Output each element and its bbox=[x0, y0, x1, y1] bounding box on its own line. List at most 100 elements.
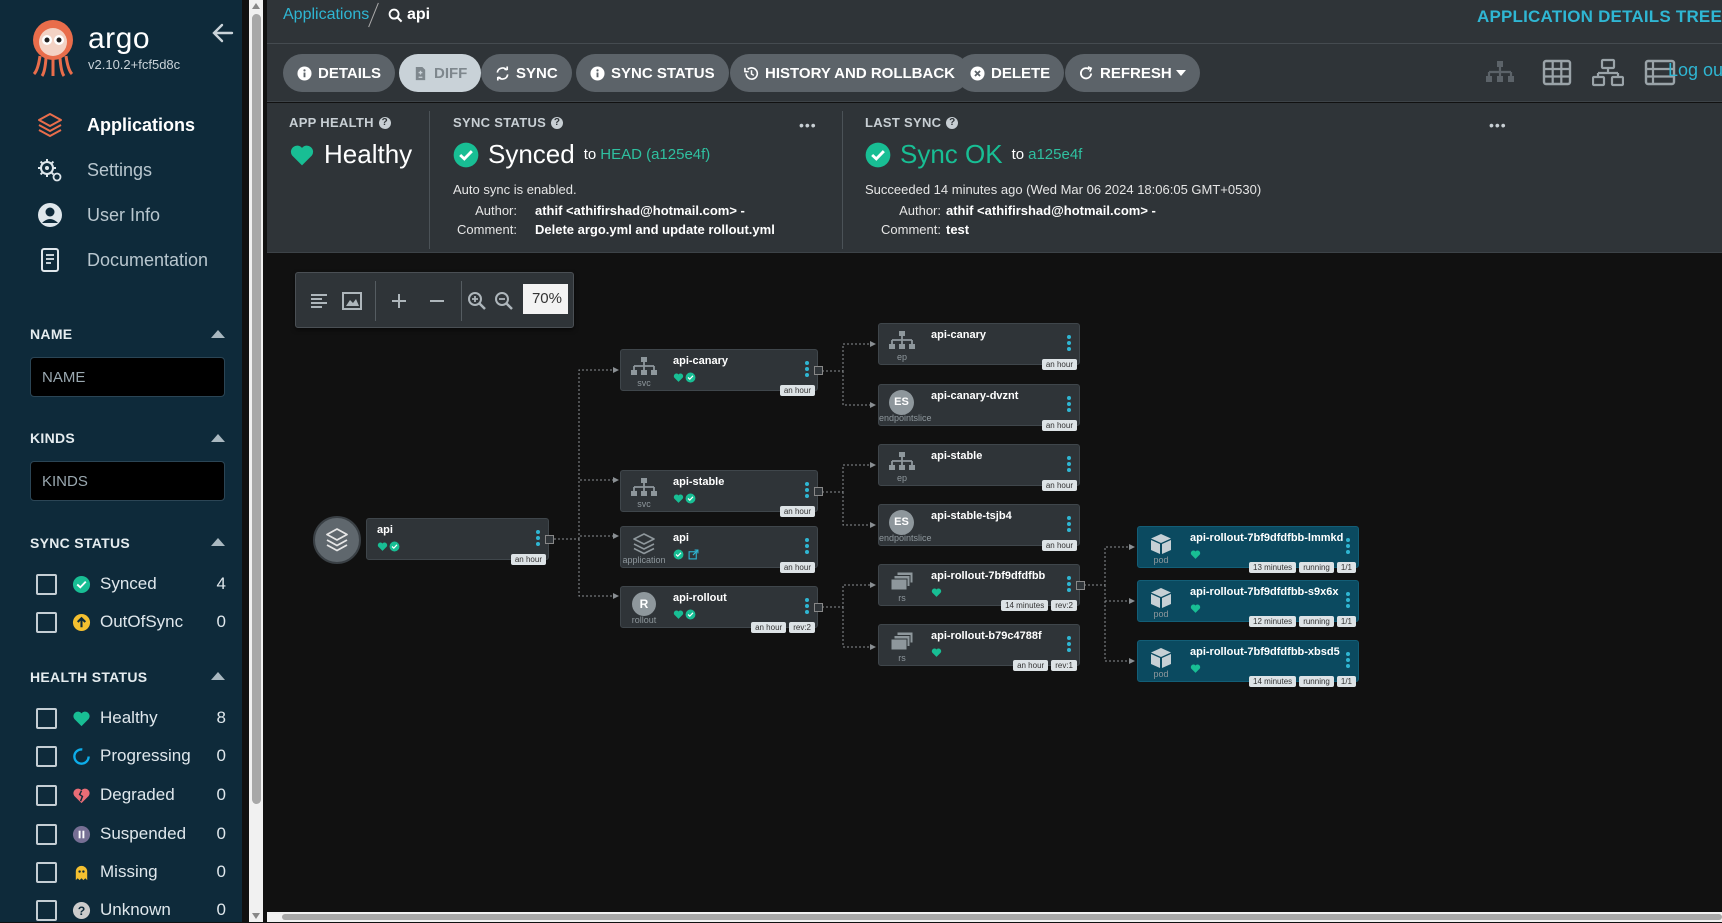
node-menu-icon[interactable] bbox=[1346, 592, 1350, 608]
kinds-filter-input[interactable] bbox=[30, 461, 225, 501]
collapse-toggle[interactable] bbox=[814, 366, 823, 375]
node-menu-icon[interactable] bbox=[1067, 576, 1071, 592]
resource-graph[interactable]: 70% api an hour svc api-canary an hour s… bbox=[267, 254, 1722, 912]
history-rollback-button[interactable]: HISTORY AND ROLLBACK bbox=[730, 54, 970, 92]
checkbox[interactable] bbox=[36, 899, 57, 921]
filter-missing[interactable]: Missing 0 bbox=[36, 859, 226, 885]
root-app-badge-icon[interactable] bbox=[312, 515, 362, 565]
node-pod-lmmkd[interactable]: pod api-rollout-7bf9dfdfbb-lmmkd 13 minu… bbox=[1137, 526, 1359, 573]
node-endpointslice-api-canary-dvznt[interactable]: ES endpointslice api-canary-dvznt an hou… bbox=[878, 384, 1080, 431]
argo-logo-icon[interactable] bbox=[28, 18, 78, 78]
filter-synced[interactable]: Synced 4 bbox=[36, 571, 226, 597]
health-status-collapse-icon[interactable] bbox=[211, 672, 225, 680]
details-button[interactable]: DETAILS bbox=[283, 54, 396, 92]
help-icon[interactable]: ? bbox=[378, 116, 391, 129]
checkbox[interactable] bbox=[36, 823, 57, 845]
tree-view-icon[interactable] bbox=[1484, 58, 1516, 88]
node-menu-icon[interactable] bbox=[1067, 456, 1071, 472]
diff-button[interactable]: DIFF bbox=[399, 54, 482, 92]
collapse-toggle[interactable] bbox=[814, 603, 823, 612]
node-rs-api-rollout-b79c4788f[interactable]: rs api-rollout-b79c4788f an hour rev:1 bbox=[878, 624, 1080, 671]
node-menu-icon[interactable] bbox=[1067, 636, 1071, 652]
node-menu-icon[interactable] bbox=[1067, 335, 1071, 351]
zoom-in-icon[interactable] bbox=[466, 290, 488, 312]
checkbox[interactable] bbox=[36, 611, 57, 633]
node-menu-icon[interactable] bbox=[1346, 538, 1350, 554]
zoom-out-icon[interactable] bbox=[493, 290, 515, 312]
node-menu-icon[interactable] bbox=[1067, 516, 1071, 532]
checkbox[interactable] bbox=[36, 745, 57, 767]
grid-view-icon[interactable] bbox=[1541, 58, 1573, 88]
sync-status-button[interactable]: SYNC STATUS bbox=[576, 54, 729, 92]
node-menu-icon[interactable] bbox=[536, 530, 540, 546]
tag: an hour bbox=[751, 622, 787, 633]
scroll-down-icon[interactable] bbox=[252, 913, 260, 919]
checkbox[interactable] bbox=[36, 573, 57, 595]
expand-all-icon[interactable] bbox=[388, 290, 410, 312]
name-filter-input[interactable] bbox=[30, 357, 225, 397]
breadcrumb-applications[interactable]: Applications bbox=[283, 6, 369, 24]
nav-applications[interactable]: Applications bbox=[36, 107, 236, 143]
scrollbar-thumb[interactable] bbox=[282, 914, 1722, 920]
zoom-level-input[interactable]: 70% bbox=[523, 284, 568, 314]
sync-button[interactable]: SYNC bbox=[481, 54, 572, 92]
nav-user-info[interactable]: User Info bbox=[36, 197, 236, 233]
scrollbar-thumb[interactable] bbox=[252, 14, 261, 804]
node-menu-icon[interactable] bbox=[805, 538, 809, 554]
node-menu-icon[interactable] bbox=[1346, 652, 1350, 668]
nav-settings[interactable]: Settings bbox=[36, 152, 236, 188]
checkbox[interactable] bbox=[36, 861, 57, 883]
network-view-icon[interactable] bbox=[1592, 58, 1624, 88]
name-filter-collapse-icon[interactable] bbox=[211, 330, 225, 338]
external-link-icon[interactable] bbox=[688, 549, 699, 560]
sync-revision-link[interactable]: HEAD (a125e4f) bbox=[600, 146, 710, 163]
node-ep-api-stable[interactable]: ep api-stable an hour bbox=[878, 444, 1080, 491]
node-pod-xbsd5[interactable]: pod api-rollout-7bf9dfdfbb-xbsd5 14 minu… bbox=[1137, 640, 1359, 687]
node-svc-api-canary[interactable]: svc api-canary an hour bbox=[620, 349, 818, 396]
node-app-api[interactable]: api an hour bbox=[366, 518, 549, 565]
help-icon[interactable]: ? bbox=[946, 116, 959, 129]
filter-suspended[interactable]: Suspended 0 bbox=[36, 821, 226, 847]
node-menu-icon[interactable] bbox=[805, 482, 809, 498]
node-ep-api-canary[interactable]: ep api-canary an hour bbox=[878, 323, 1080, 370]
arrow-up-circle-icon bbox=[72, 613, 91, 631]
help-icon[interactable]: ? bbox=[551, 116, 564, 129]
kinds-filter-collapse-icon[interactable] bbox=[211, 434, 225, 442]
logout-link[interactable]: Log ou bbox=[1668, 60, 1722, 81]
collapse-toggle[interactable] bbox=[814, 487, 823, 496]
details-label: DETAILS bbox=[318, 64, 382, 82]
fit-screen-icon[interactable] bbox=[341, 290, 363, 312]
scroll-up-icon[interactable] bbox=[252, 3, 260, 9]
sync-status-collapse-icon[interactable] bbox=[211, 538, 225, 546]
node-endpointslice-api-stable-tsjb4[interactable]: ES endpointslice api-stable-tsjb4 an hou… bbox=[878, 504, 1080, 551]
node-rs-api-rollout-7bf9dfdfbb[interactable]: rs api-rollout-7bf9dfdfbb 14 minutes rev:… bbox=[878, 564, 1080, 611]
align-left-icon[interactable] bbox=[308, 290, 330, 312]
checkbox[interactable] bbox=[36, 707, 57, 729]
filter-healthy[interactable]: Healthy 8 bbox=[36, 705, 226, 731]
collapse-sidebar-icon[interactable] bbox=[210, 20, 236, 46]
last-sync-revision-link[interactable]: a125e4f bbox=[1028, 146, 1082, 163]
node-rollout-api-rollout[interactable]: R rollout api-rollout an hour rev:2 bbox=[620, 586, 818, 633]
more-options-icon[interactable]: ••• bbox=[1489, 117, 1507, 133]
delete-button[interactable]: DELETE bbox=[956, 54, 1065, 92]
node-svc-api-stable[interactable]: svc api-stable an hour bbox=[620, 470, 818, 517]
horizontal-scrollbar[interactable] bbox=[267, 912, 1722, 922]
refresh-button[interactable]: REFRESH bbox=[1065, 54, 1200, 92]
node-menu-icon[interactable] bbox=[805, 361, 809, 377]
collapse-toggle[interactable] bbox=[545, 535, 554, 544]
collapse-toggle[interactable] bbox=[1076, 581, 1085, 590]
node-menu-icon[interactable] bbox=[1067, 396, 1071, 412]
node-menu-icon[interactable] bbox=[805, 598, 809, 614]
node-pod-s9x6x[interactable]: pod api-rollout-7bf9dfdfbb-s9x6x 12 minu… bbox=[1137, 580, 1359, 627]
vertical-scrollbar[interactable] bbox=[249, 0, 263, 922]
filter-outofsync[interactable]: OutOfSync 0 bbox=[36, 609, 226, 635]
node-application-api[interactable]: application api an hour bbox=[620, 526, 818, 573]
collapse-all-icon[interactable] bbox=[426, 290, 448, 312]
checkbox[interactable] bbox=[36, 784, 57, 806]
filter-degraded[interactable]: Degraded 0 bbox=[36, 782, 226, 808]
nav-documentation[interactable]: Documentation bbox=[36, 242, 236, 278]
more-options-icon[interactable]: ••• bbox=[799, 117, 817, 133]
filter-progressing[interactable]: Progressing 0 bbox=[36, 743, 226, 769]
filter-unknown[interactable]: ? Unknown 0 bbox=[36, 897, 226, 923]
node-status bbox=[673, 371, 697, 383]
